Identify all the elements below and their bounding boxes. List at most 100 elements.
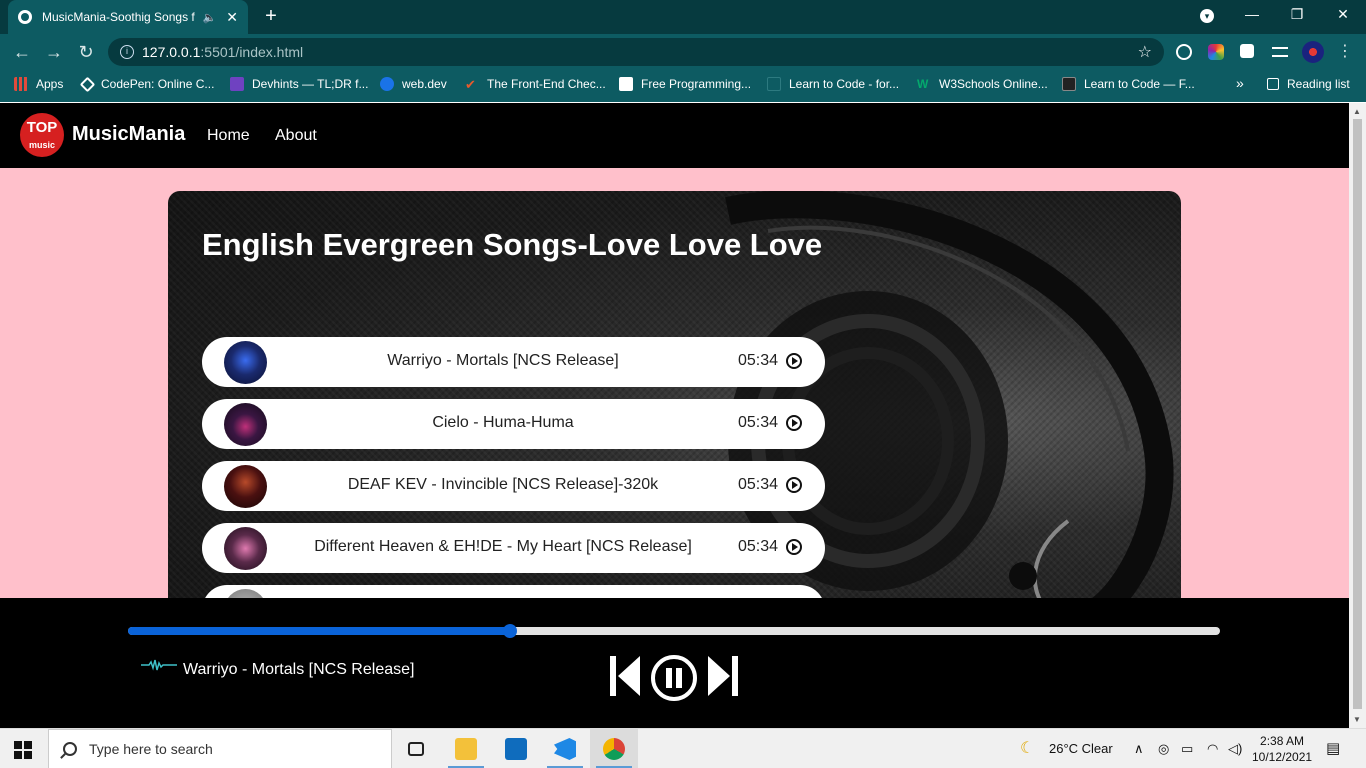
song-duration: 05:34 <box>738 538 779 555</box>
task-view-icon <box>408 742 424 756</box>
notifications-icon[interactable]: ▤ <box>1326 739 1340 757</box>
sound-wave-icon <box>141 659 177 671</box>
bookmark-label: Learn to Code — F... <box>1084 77 1195 91</box>
vscode-button[interactable] <box>541 729 589 768</box>
bookmark-star-icon[interactable]: ☆ <box>1138 42 1152 62</box>
page-scrollbar[interactable]: ▲ ▼ <box>1349 103 1366 728</box>
task-view-button[interactable] <box>392 729 440 768</box>
song-duration: 05:34 <box>738 352 779 369</box>
url-host: 127.0.0.1 <box>142 44 201 60</box>
chrome-menu-icon[interactable]: ⋮ <box>1334 42 1356 62</box>
song-item[interactable]: Different Heaven & EH!DE - My Heart [NCS… <box>202 523 825 573</box>
play-circle-icon[interactable] <box>786 353 802 369</box>
play-circle-icon[interactable] <box>786 477 802 493</box>
bookmark-codepen[interactable]: CodePen: Online C... <box>79 76 215 92</box>
site-logo[interactable]: TOP music <box>20 113 64 157</box>
song-cover <box>224 465 267 508</box>
globe-icon <box>18 10 32 24</box>
song-duration: 05:34 <box>738 476 779 493</box>
bookmark-label: W3Schools Online... <box>939 77 1048 91</box>
browser-tab[interactable]: MusicMania-Soothig Songs f 🔈 ✕ <box>8 0 248 34</box>
song-item[interactable]: DEAF KEV - Invincible [NCS Release]-320k… <box>202 461 825 511</box>
react-devtools-icon[interactable] <box>1176 44 1192 60</box>
bookmark-w3schools[interactable]: W W3Schools Online... <box>917 77 1048 91</box>
scroll-up-icon[interactable]: ▲ <box>1353 107 1361 116</box>
extensions-puzzle-icon[interactable] <box>1240 44 1254 58</box>
battery-icon[interactable]: ▭ <box>1181 741 1193 757</box>
codepen-icon <box>79 76 96 92</box>
bookmarks-bar: Apps CodePen: Online C... Devhints — TL;… <box>0 70 1366 102</box>
volume-icon[interactable]: ◁) <box>1228 741 1242 757</box>
webdev-icon <box>380 77 394 91</box>
reading-list-label: Reading list <box>1287 77 1350 91</box>
progress-slider[interactable] <box>128 624 1220 638</box>
search-icon <box>63 742 77 756</box>
speaker-icon[interactable]: 🔈 <box>203 11 217 24</box>
bookmark-learn-to-code[interactable]: Learn to Code - for... <box>767 77 899 91</box>
bookmark-free-programming[interactable]: Free Programming... <box>619 77 751 91</box>
wifi-icon[interactable]: ◠ <box>1207 741 1218 757</box>
bookmark-apps[interactable]: Apps <box>14 77 63 91</box>
progress-fill <box>128 627 511 635</box>
chevron-up-icon[interactable]: ∧ <box>1134 741 1144 757</box>
color-picker-icon[interactable] <box>1208 44 1224 60</box>
progress-handle[interactable] <box>503 624 518 638</box>
reload-icon[interactable]: ↻ <box>75 42 97 62</box>
more-bookmarks-button[interactable]: » <box>1236 75 1244 91</box>
taskbar-search-box[interactable]: Type here to search <box>48 729 392 768</box>
mail-button[interactable] <box>492 729 540 768</box>
play-circle-icon[interactable] <box>786 415 802 431</box>
bookmark-label: CodePen: Online C... <box>101 77 215 91</box>
info-icon[interactable]: i <box>120 45 134 59</box>
logo-top-text: TOP <box>26 119 58 136</box>
chrome-icon <box>603 738 625 760</box>
bookmark-label: The Front-End Chec... <box>487 77 606 91</box>
close-window-button[interactable]: ✕ <box>1333 6 1353 23</box>
tab-search-icon[interactable]: ▾ <box>1200 9 1214 23</box>
scrollbar-thumb[interactable] <box>1353 119 1362 709</box>
bookmark-freecodecamp[interactable]: Learn to Code — F... <box>1062 77 1195 91</box>
site-navbar: TOP music MusicMania Home About <box>0 103 1349 168</box>
song-duration: 05:34 <box>738 414 779 431</box>
tab-close-icon[interactable]: ✕ <box>226 9 238 26</box>
new-tab-button[interactable]: + <box>260 5 282 28</box>
taskbar-clock[interactable]: 2:38 AM 10/12/2021 <box>1252 733 1312 765</box>
windows-start-icon[interactable] <box>14 741 32 759</box>
nav-about-link[interactable]: About <box>275 127 317 145</box>
browser-tab-strip: MusicMania-Soothig Songs f 🔈 ✕ + ▾ — ❐ ✕ <box>0 0 1366 34</box>
scroll-down-icon[interactable]: ▼ <box>1353 715 1361 724</box>
chrome-taskbar-button[interactable] <box>590 729 638 768</box>
bookmark-label: web.dev <box>402 77 447 91</box>
song-title: DEAF KEV - Invincible [NCS Release]-320k <box>347 476 659 493</box>
weather-text[interactable]: 26°C Clear <box>1049 741 1113 756</box>
song-item[interactable]: Warriyo - Mortals [NCS Release] 05:34 <box>202 337 825 387</box>
moon-icon: ☾ <box>1020 740 1035 757</box>
song-item[interactable]: Cielo - Huma-Huma 05:34 <box>202 399 825 449</box>
freecodecamp-icon <box>1062 77 1076 91</box>
previous-track-icon[interactable] <box>609 654 641 698</box>
brand-name[interactable]: MusicMania <box>72 123 185 146</box>
forward-arrow-icon[interactable]: → <box>43 42 65 62</box>
minimize-button[interactable]: — <box>1242 6 1262 22</box>
search-placeholder: Type here to search <box>89 741 213 757</box>
book-icon <box>619 77 633 91</box>
meet-now-icon[interactable]: ◎ <box>1158 741 1169 757</box>
clock-date: 10/12/2021 <box>1252 750 1313 764</box>
vscode-icon <box>554 738 576 760</box>
next-track-icon[interactable] <box>707 654 739 698</box>
bookmark-frontend-checklist[interactable]: ✔ The Front-End Chec... <box>465 77 606 92</box>
address-bar[interactable]: i 127.0.0.1 :5501/index.html ☆ <box>108 38 1164 66</box>
clock-time: 2:38 AM <box>1260 734 1305 748</box>
back-arrow-icon[interactable]: ← <box>11 42 33 62</box>
mail-icon <box>505 738 527 760</box>
play-circle-icon[interactable] <box>786 539 802 555</box>
file-explorer-button[interactable] <box>442 729 490 768</box>
bookmark-webdev[interactable]: web.dev <box>380 77 447 91</box>
media-controls-icon[interactable] <box>1272 47 1288 57</box>
profile-avatar[interactable] <box>1302 41 1324 63</box>
nav-home-link[interactable]: Home <box>207 127 250 145</box>
bookmark-devhints[interactable]: Devhints — TL;DR f... <box>230 77 368 91</box>
pause-icon[interactable] <box>650 654 698 702</box>
reading-list-button[interactable]: Reading list <box>1267 77 1350 91</box>
restore-button[interactable]: ❐ <box>1287 6 1307 23</box>
